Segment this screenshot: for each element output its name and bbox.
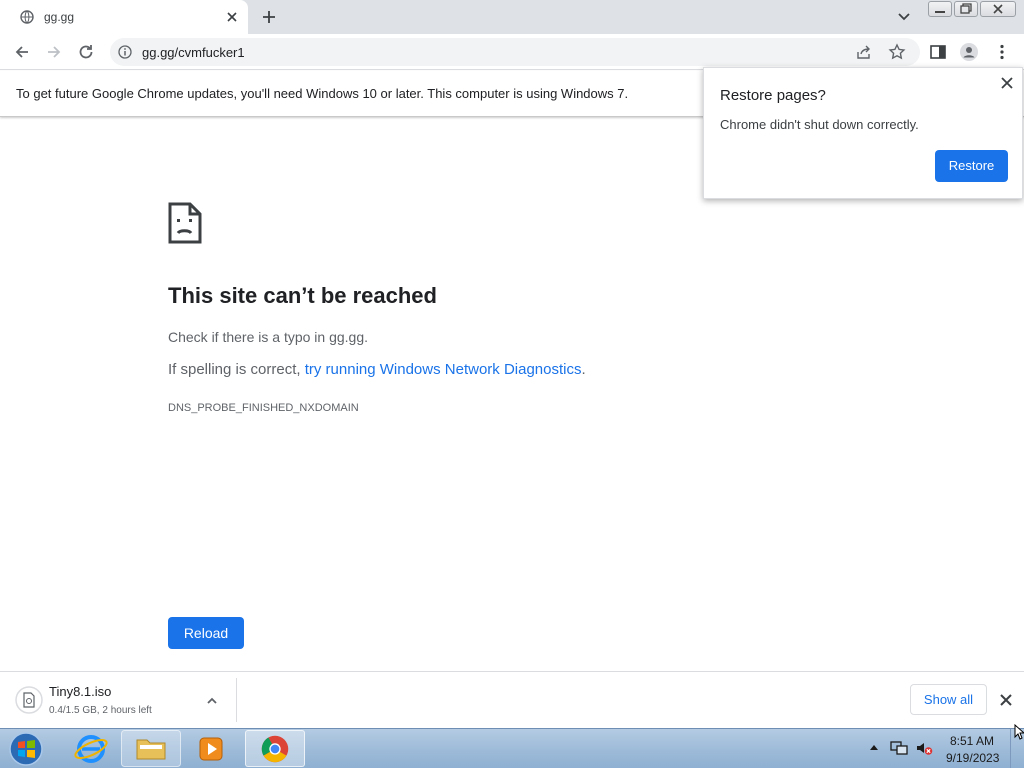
back-arrow-icon[interactable]: [12, 42, 32, 62]
tab-active[interactable]: gg.gg: [0, 0, 248, 34]
mouse-cursor-icon: [1014, 724, 1024, 740]
close-icon: [993, 4, 1003, 14]
sad-page-icon: [168, 202, 202, 244]
tray-overflow-icon[interactable]: [869, 743, 879, 751]
bookmark-star-icon[interactable]: [888, 43, 906, 61]
forward-arrow-icon[interactable]: [44, 42, 64, 62]
download-divider: [236, 678, 237, 722]
clock-time[interactable]: 8:51 AM: [950, 734, 994, 748]
diagnostics-suffix: .: [581, 361, 586, 378]
infobar-message: To get future Google Chrome updates, you…: [16, 86, 629, 101]
popup-message: Chrome didn't shut down correctly.: [720, 117, 919, 132]
restore-window-icon: [960, 3, 972, 14]
reload-icon[interactable]: [76, 42, 96, 62]
tab-strip: gg.gg: [0, 0, 1024, 34]
disc-file-icon[interactable]: [15, 686, 43, 714]
new-tab-icon[interactable]: [260, 8, 278, 26]
share-icon[interactable]: [856, 44, 872, 60]
reload-button[interactable]: Reload: [168, 617, 244, 649]
chevron-up-icon[interactable]: [205, 694, 219, 708]
error-code: DNS_PROBE_FINISHED_NXDOMAIN: [168, 402, 359, 414]
popup-title: Restore pages?: [720, 87, 826, 104]
volume-muted-icon[interactable]: [915, 740, 933, 756]
download-status: 0.4/1.5 GB, 2 hours left: [49, 705, 152, 716]
profile-avatar-icon[interactable]: [959, 42, 979, 62]
address-bar[interactable]: gg.gg/cvmfucker1: [110, 38, 920, 66]
restore-button[interactable]: Restore: [935, 150, 1008, 182]
close-window-button[interactable]: [980, 1, 1016, 17]
close-tab-icon[interactable]: [223, 8, 241, 26]
menu-kebab-icon[interactable]: [992, 42, 1012, 62]
chevron-down-icon[interactable]: [896, 10, 912, 24]
download-file-name[interactable]: Tiny8.1.iso: [49, 684, 111, 699]
restore-window-button[interactable]: [954, 1, 978, 17]
diagnostics-prefix: If spelling is correct,: [168, 361, 305, 378]
chrome-icon[interactable]: [245, 730, 305, 767]
minimize-icon: [935, 11, 945, 13]
close-icon[interactable]: [999, 693, 1013, 707]
minimize-button[interactable]: [928, 1, 952, 17]
tab-title: gg.gg: [44, 10, 75, 24]
clock-date[interactable]: 9/19/2023: [946, 751, 999, 765]
error-title: This site can’t be reached: [168, 283, 437, 308]
network-diagnostics-link[interactable]: try running Windows Network Diagnostics: [305, 361, 582, 378]
windows-taskbar: 8:51 AM 9/19/2023: [0, 728, 1024, 768]
media-player-icon[interactable]: [183, 730, 243, 767]
internet-explorer-icon[interactable]: [61, 730, 121, 767]
error-hint-typo: Check if there is a typo in gg.gg.: [168, 329, 368, 345]
network-icon[interactable]: [890, 740, 908, 756]
file-explorer-icon[interactable]: [121, 730, 181, 767]
url-text[interactable]: gg.gg/cvmfucker1: [142, 45, 245, 60]
browser-toolbar: gg.gg/cvmfucker1: [0, 34, 1024, 70]
error-hint-diagnostics: If spelling is correct, try running Wind…: [168, 361, 586, 378]
info-icon[interactable]: [118, 45, 132, 59]
start-orb-icon[interactable]: [7, 731, 45, 767]
show-all-button[interactable]: Show all: [910, 684, 987, 715]
side-panel-icon[interactable]: [928, 42, 948, 62]
restore-pages-popup: Restore pages? Chrome didn't shut down c…: [703, 67, 1023, 199]
download-shelf: Tiny8.1.iso 0.4/1.5 GB, 2 hours left Sho…: [0, 671, 1024, 728]
close-icon[interactable]: [1000, 76, 1014, 90]
globe-icon: [20, 10, 34, 24]
